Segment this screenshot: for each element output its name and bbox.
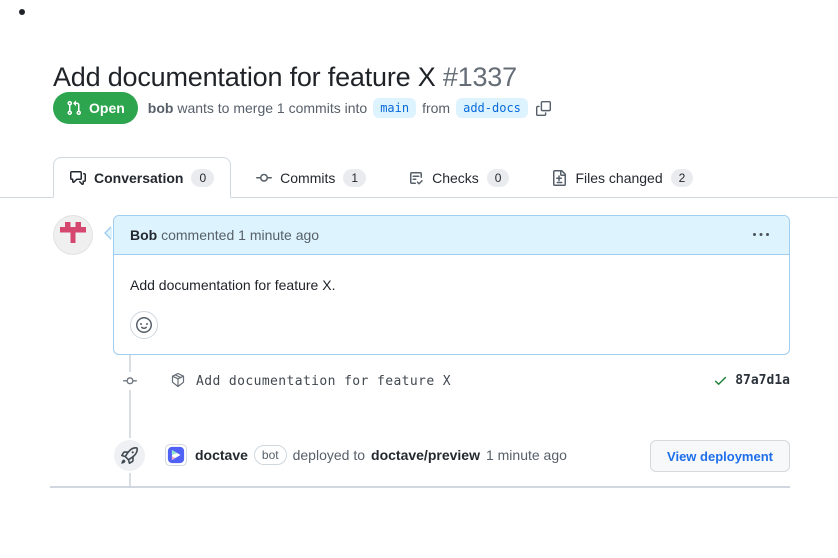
- pr-meta-text: bob wants to merge 1 commits into main f…: [148, 98, 551, 118]
- kebab-horizontal-icon: [753, 227, 769, 243]
- tab-commits[interactable]: Commits 1: [239, 157, 383, 198]
- comment-options-button[interactable]: [749, 223, 773, 247]
- bottom-divider: [50, 486, 790, 488]
- head-branch-chip[interactable]: add-docs: [456, 98, 528, 118]
- pr-number: #1337: [443, 62, 517, 92]
- smiley-icon: [136, 317, 152, 333]
- deploy-action-text: deployed to: [293, 447, 365, 463]
- pr-title: Add documentation for feature X #1337: [53, 62, 517, 93]
- pr-meta-from: from: [422, 100, 450, 116]
- deploy-environment: doctave/preview: [371, 447, 480, 463]
- checklist-icon: [408, 170, 424, 186]
- comment-author[interactable]: Bob: [130, 227, 157, 243]
- commit-sha-link[interactable]: 87a7d1a: [735, 373, 790, 388]
- committer-cube-icon: [170, 372, 186, 388]
- pr-meta-row: Open bob wants to merge 1 commits into m…: [53, 92, 551, 124]
- copy-icon: [536, 101, 551, 116]
- comment-caret-fill: [106, 227, 112, 239]
- git-commit-icon: [256, 170, 272, 186]
- git-pull-request-icon: [66, 100, 82, 116]
- pr-state-badge: Open: [53, 92, 138, 124]
- bot-badge: bot: [254, 445, 287, 465]
- tab-conversation[interactable]: Conversation 0: [53, 157, 231, 198]
- add-reaction-button[interactable]: [130, 311, 158, 339]
- pr-title-text: Add documentation for feature X: [53, 62, 436, 92]
- doctave-app-logo[interactable]: [165, 444, 187, 466]
- comment-discussion-icon: [70, 170, 86, 186]
- deploy-time: 1 minute ago: [486, 447, 567, 463]
- tab-files-changed-count: 2: [671, 169, 694, 187]
- tab-files-changed-label: Files changed: [575, 170, 662, 186]
- deploy-app-name[interactable]: doctave: [195, 447, 248, 463]
- tab-checks-label: Checks: [432, 170, 479, 186]
- timeline-commit-icon: [116, 372, 144, 390]
- file-diff-icon: [551, 170, 567, 186]
- decorative-dot: [19, 9, 25, 15]
- tab-commits-label: Commits: [280, 170, 335, 186]
- view-deployment-button[interactable]: View deployment: [650, 440, 790, 472]
- comment-text: Add documentation for feature X.: [130, 275, 773, 295]
- tab-checks[interactable]: Checks 0: [391, 157, 526, 198]
- avatar[interactable]: [53, 215, 93, 255]
- rocket-icon: [114, 440, 145, 471]
- comment-meta: commented 1 minute ago: [161, 227, 319, 243]
- comment-box: Bob commented 1 minute ago Add documenta…: [113, 215, 790, 355]
- base-branch-chip[interactable]: main: [373, 98, 416, 118]
- tab-conversation-label: Conversation: [94, 170, 183, 186]
- commit-message-link[interactable]: Add documentation for feature X: [196, 374, 451, 389]
- tab-conversation-count: 0: [191, 169, 214, 187]
- identicon-image: [60, 222, 86, 248]
- tab-checks-count: 0: [487, 169, 510, 187]
- check-icon[interactable]: [713, 373, 728, 388]
- commit-status: 87a7d1a: [713, 373, 790, 388]
- comment-header: Bob commented 1 minute ago: [114, 216, 789, 255]
- comment-body: Add documentation for feature X.: [114, 255, 789, 355]
- pr-tabs: Conversation 0 Commits 1 Checks 0 Files …: [53, 157, 710, 198]
- tab-files-changed[interactable]: Files changed 2: [534, 157, 710, 198]
- copy-branch-button[interactable]: [536, 101, 551, 116]
- pr-meta-action: wants to merge 1 commits into: [177, 100, 367, 116]
- tab-commits-count: 1: [343, 169, 366, 187]
- pr-author[interactable]: bob: [148, 100, 174, 116]
- pr-tabbar: Conversation 0 Commits 1 Checks 0 Files …: [0, 157, 838, 198]
- pr-state-label: Open: [89, 100, 125, 116]
- deployment-event: doctave bot deployed to doctave/preview …: [165, 444, 567, 466]
